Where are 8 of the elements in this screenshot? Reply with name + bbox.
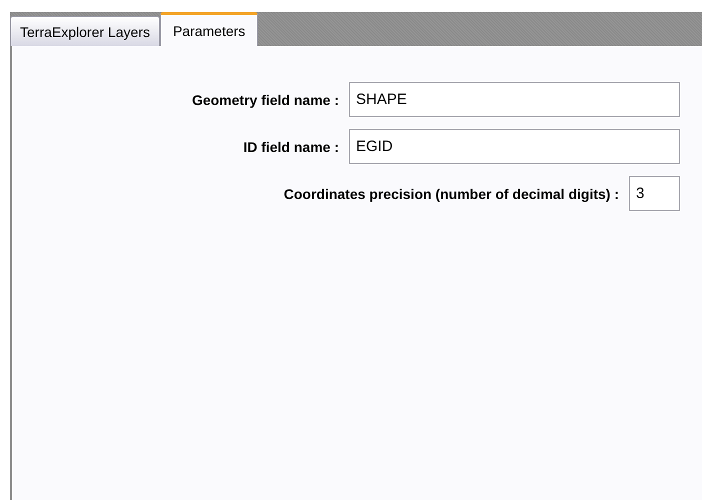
field-label: ID field name : [243,138,339,154]
field-label: Geometry field name : [192,92,339,108]
input-field[interactable]: EGID [349,129,680,164]
tab[interactable]: Parameters [160,12,258,46]
field-label: Coordinates precision (number of decimal digits) : [284,186,619,202]
tab[interactable]: TerraExplorer Layers [10,16,160,46]
input-field[interactable]: 3 [629,176,680,211]
input-field[interactable]: SHAPE [349,82,680,117]
